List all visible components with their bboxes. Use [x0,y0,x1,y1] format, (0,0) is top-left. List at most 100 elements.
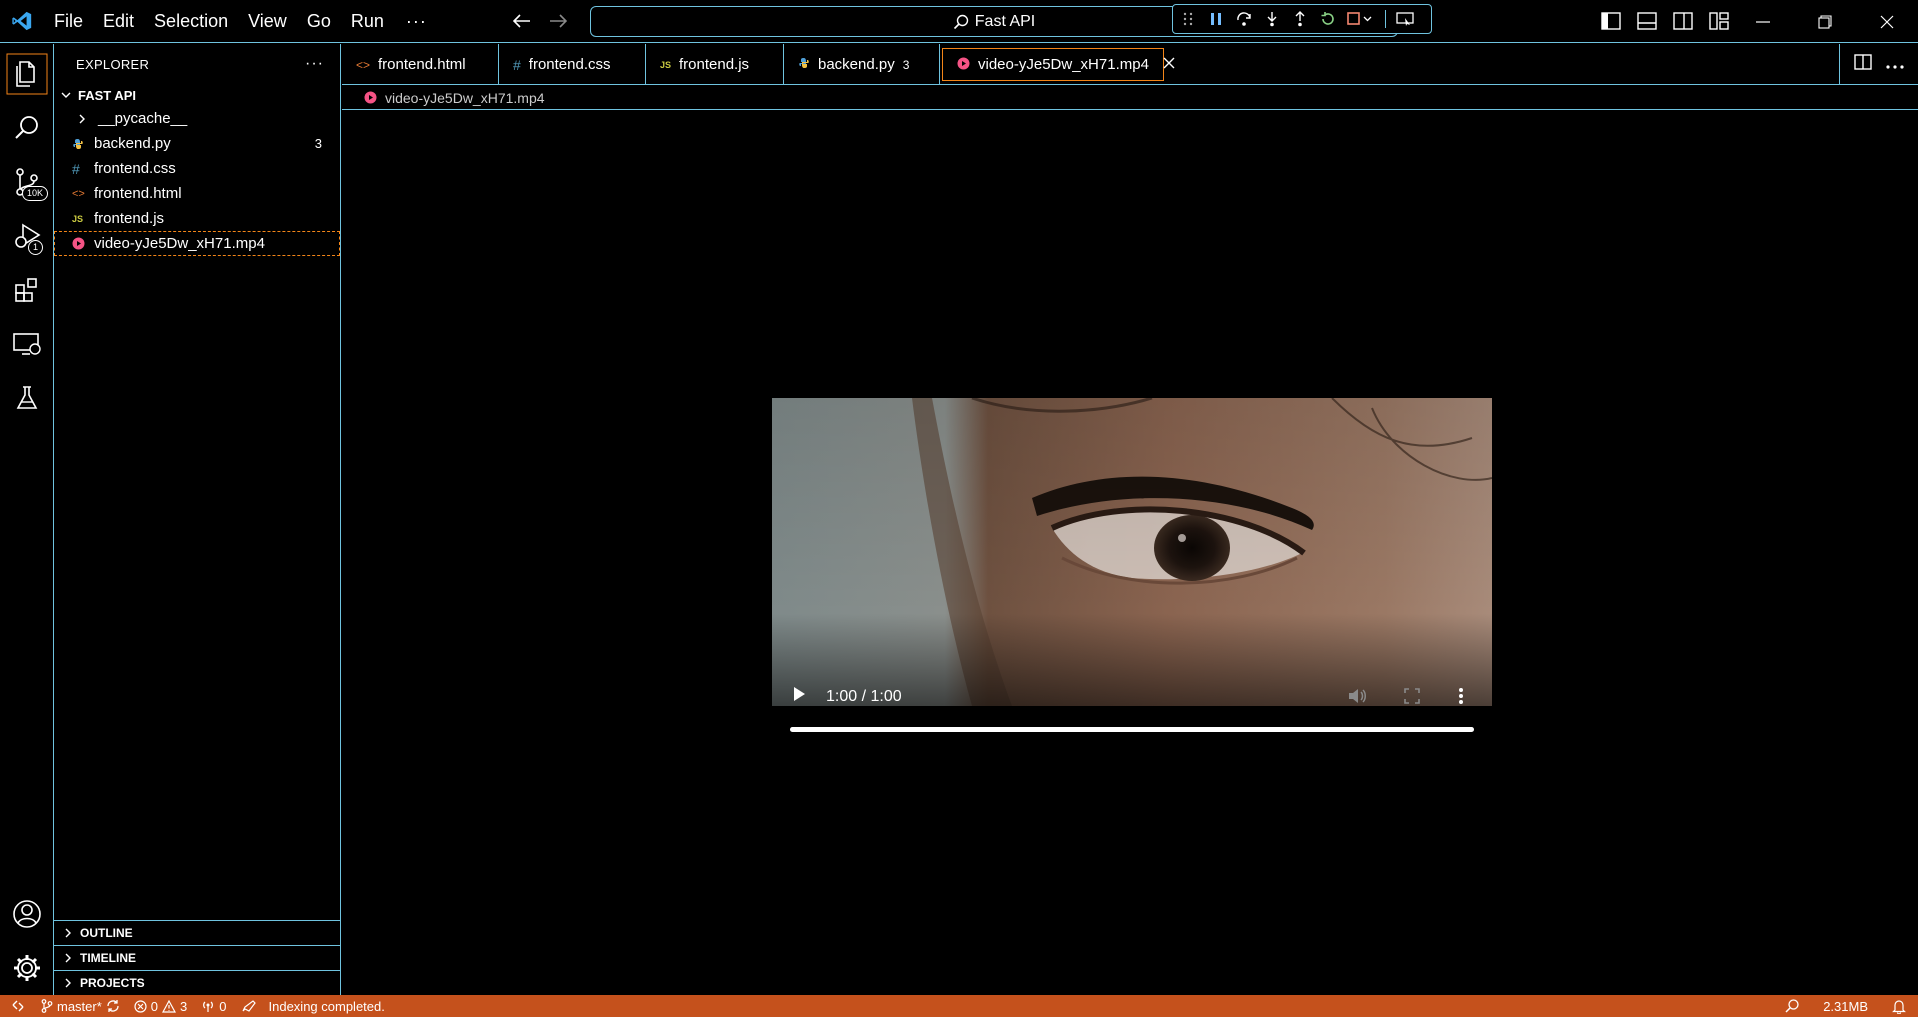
menu-go[interactable]: Go [297,0,341,43]
menu-selection[interactable]: Selection [144,0,238,43]
section-timeline[interactable]: TIMELINE [54,945,340,970]
ports-indicator[interactable]: 0 [194,995,233,1017]
tree-item-frontend-css[interactable]: # frontend.css [54,156,340,181]
notifications-bell-icon[interactable] [1880,995,1918,1017]
pause-icon[interactable] [1207,9,1225,29]
search-icon[interactable] [0,102,54,154]
menu-file[interactable]: File [44,0,93,43]
branch-name: master* [57,998,102,1014]
workspace-folder-label: FAST API [78,87,137,103]
minimize-icon[interactable] [1732,0,1794,43]
memory-usage[interactable]: 2.31MB [1811,995,1880,1017]
fullscreen-icon[interactable] [1404,688,1420,709]
problems-badge: 3 [902,57,910,72]
remote-explorer-icon[interactable] [0,318,54,370]
problems-indicator[interactable]: 0 3 [127,995,194,1017]
toggle-secondary-sidebar-icon[interactable] [1672,9,1694,33]
status-message: Indexing completed. [268,998,385,1014]
tab-frontend-css[interactable]: # frontend.css [499,44,646,85]
tree-item-pycache[interactable]: __pycache__ [54,106,340,131]
breadcrumb-item[interactable]: video-yJe5Dw_xH71.mp4 [385,90,545,106]
close-window-icon[interactable] [1856,0,1918,43]
editor-actions [1839,44,1918,85]
scm-badge: 10K [22,186,49,201]
tab-label: backend.py [818,56,895,73]
accounts-icon[interactable] [0,888,54,940]
tab-backend-py[interactable]: backend.py 3 [784,44,940,85]
html-file-icon: <> [356,57,371,72]
section-label: TIMELINE [80,951,136,965]
menu-more-button[interactable]: ··· [394,11,439,32]
tree-item-label: frontend.js [94,210,165,227]
step-into-icon[interactable] [1263,9,1281,29]
menu-edit[interactable]: Edit [93,0,144,43]
tree-item-label: frontend.html [94,185,182,202]
tab-frontend-html[interactable]: <> frontend.html [342,44,499,85]
tree-item-frontend-js[interactable]: JS frontend.js [54,206,340,231]
section-projects[interactable]: PROJECTS [54,970,340,995]
restart-icon[interactable] [1319,9,1337,29]
more-actions-icon[interactable] [1886,56,1904,74]
restore-icon[interactable] [1794,0,1856,43]
workspace-folder[interactable]: FAST API [54,84,340,106]
tab-label: frontend.html [378,56,466,73]
menu-view[interactable]: View [238,0,297,43]
explorer-icon[interactable] [0,48,54,100]
toggle-panel-icon[interactable] [1636,9,1658,33]
zoom-icon[interactable] [1773,995,1811,1017]
video-more-icon[interactable] [1458,687,1464,710]
forward-arrow-icon[interactable] [548,8,568,34]
split-editor-icon[interactable] [1854,54,1872,75]
toolbar-separator [1385,10,1386,28]
git-branch-icon [41,999,53,1013]
explorer-more-button[interactable]: ··· [305,55,324,73]
source-control-icon[interactable]: 10K [0,156,54,208]
tree-item-video-mp4[interactable]: video-yJe5Dw_xH71.mp4 [54,231,340,256]
indexing-status[interactable]: Indexing completed. [234,995,392,1017]
remote-indicator-icon[interactable] [0,995,34,1017]
branch-indicator[interactable]: master* [34,995,127,1017]
sidebar-sections: OUTLINE TIMELINE PROJECTS [54,920,340,995]
section-label: OUTLINE [80,926,133,940]
play-icon[interactable] [792,686,806,707]
problems-badge: 3 [314,136,322,151]
video-frame [772,398,1492,706]
html-file-icon: <> [72,187,85,200]
warning-count: 3 [180,998,188,1014]
section-outline[interactable]: OUTLINE [54,920,340,945]
run-debug-icon[interactable]: 1 [0,210,54,262]
status-bar: master* 0 3 0 Indexing completed. 2.31MB [0,995,1918,1017]
tab-frontend-js[interactable]: JS frontend.js [646,44,784,85]
back-arrow-icon[interactable] [512,8,532,34]
stop-icon[interactable] [1347,9,1375,29]
vscode-logo-icon [0,0,44,43]
menu-bar: File Edit Selection View Go Run ··· [44,0,439,43]
video-file-icon [957,57,970,73]
explorer-sidebar: EXPLORER ··· FAST API __pycache__ backen… [54,44,341,995]
settings-gear-icon[interactable] [0,942,54,994]
step-over-icon[interactable] [1235,9,1253,29]
tree-item-backend-py[interactable]: backend.py 3 [54,131,340,156]
customize-layout-icon[interactable] [1708,9,1730,33]
video-progress-bar[interactable] [790,727,1474,732]
video-player[interactable]: 1:00 / 1:00 [772,398,1492,734]
volume-icon[interactable] [1348,687,1368,710]
tree-item-frontend-html[interactable]: <> frontend.html [54,181,340,206]
drag-handle-icon[interactable] [1179,9,1197,29]
chevron-right-icon [65,953,71,963]
inspect-icon[interactable] [1396,9,1414,29]
extensions-icon[interactable] [0,264,54,316]
toggle-primary-sidebar-icon[interactable] [1600,9,1622,33]
menu-run[interactable]: Run [341,0,394,43]
close-tab-icon[interactable] [1163,56,1175,74]
explorer-title: EXPLORER [76,56,150,72]
step-out-icon[interactable] [1291,9,1309,29]
status-right: 2.31MB [1773,995,1918,1017]
video-file-icon [364,91,377,104]
broadcast-icon [203,1001,214,1012]
tab-video-mp4[interactable]: video-yJe5Dw_xH71.mp4 [942,48,1175,81]
testing-icon[interactable] [0,372,54,424]
tree-item-label: __pycache__ [98,110,188,127]
chevron-right-icon [65,928,71,938]
tree-item-label: video-yJe5Dw_xH71.mp4 [94,235,265,252]
